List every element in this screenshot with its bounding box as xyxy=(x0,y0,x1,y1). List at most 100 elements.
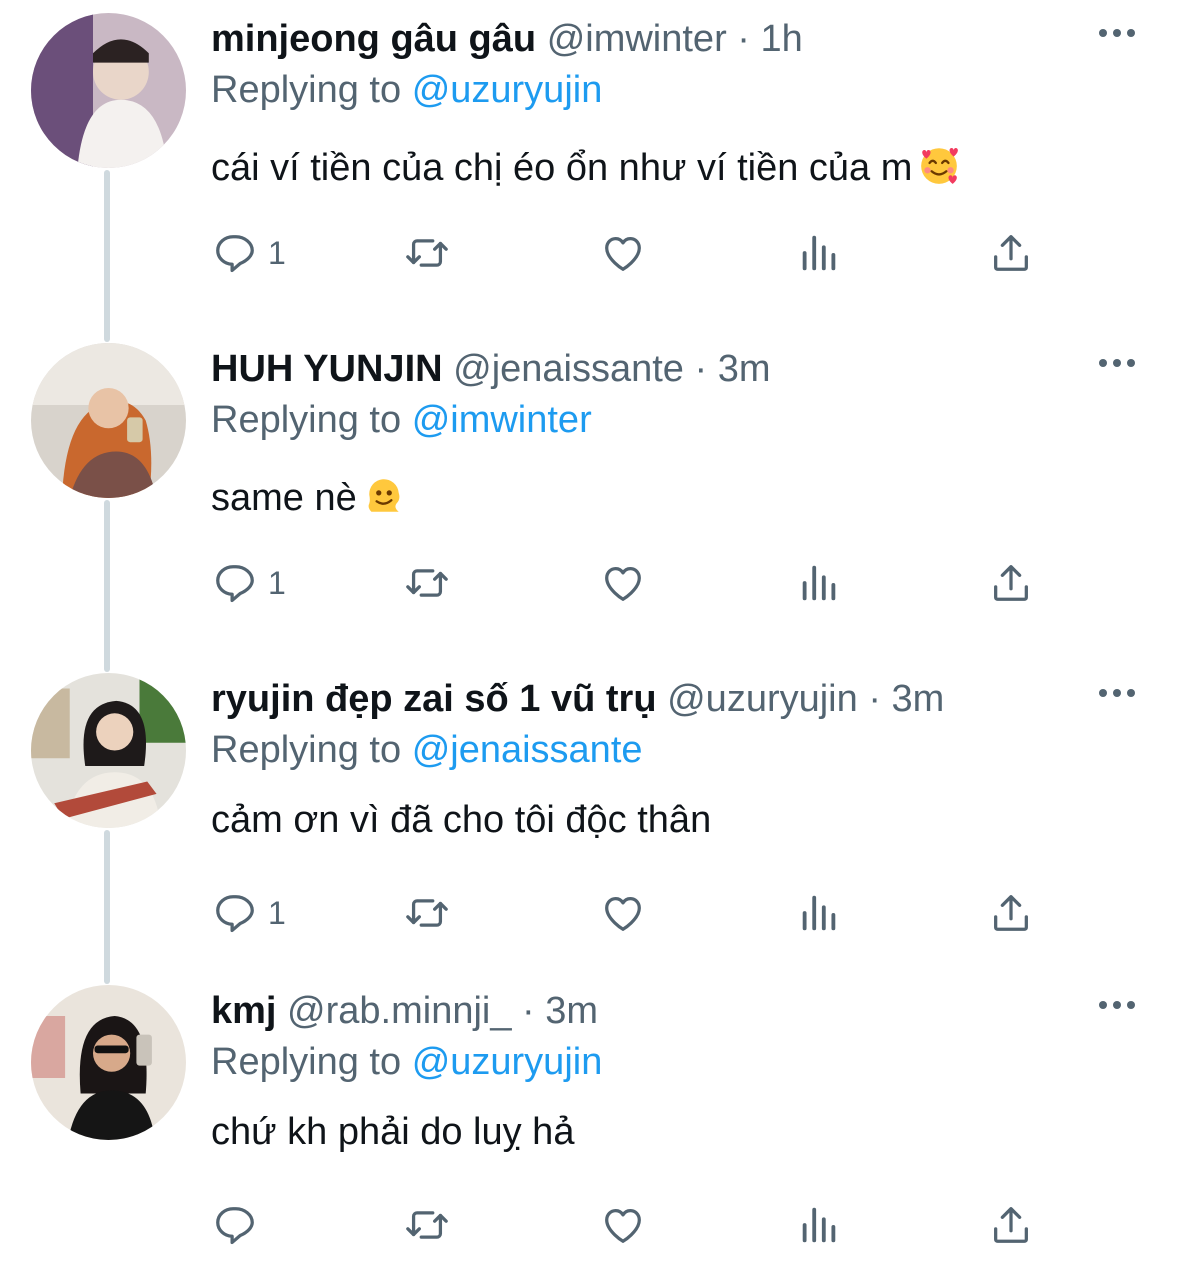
tweet-header: HUH YUNJIN @jenaissante · 3m xyxy=(211,344,1139,394)
tweet-text: chứ kh phải do luỵ hả xyxy=(211,1106,1139,1158)
replying-to: Replying to @imwinter xyxy=(211,394,1139,446)
more-icon[interactable] xyxy=(1097,686,1137,700)
user-handle[interactable]: @jenaissante xyxy=(453,348,684,390)
replying-prefix: Replying to xyxy=(211,69,402,111)
heart-icon xyxy=(605,896,641,931)
reply-icon xyxy=(216,565,254,603)
user-handle[interactable]: @imwinter xyxy=(547,18,727,60)
action-bar xyxy=(212,1200,1042,1250)
replying-prefix: Replying to xyxy=(211,729,402,771)
reply-icon xyxy=(216,235,254,273)
retweet-button[interactable] xyxy=(404,1200,450,1250)
tweet-text-content: cái ví tiền của chị éo ổn như ví tiền củ… xyxy=(211,147,913,189)
tweet[interactable]: minjeong gâu gâu @imwinter · 1h Replying… xyxy=(0,0,1179,310)
heart-icon xyxy=(605,236,641,271)
tweet-text-content: cảm ơn vì đã cho tôi độc thân xyxy=(211,799,712,841)
reply-icon xyxy=(216,895,254,933)
replying-prefix: Replying to xyxy=(211,1041,402,1083)
retweet-button[interactable] xyxy=(404,228,450,278)
smiling-face-with-hearts-icon xyxy=(921,147,959,184)
timestamp[interactable]: 1h xyxy=(761,18,803,60)
reply-button[interactable]: 1 xyxy=(212,558,286,608)
retweet-icon xyxy=(406,239,448,267)
views-button[interactable] xyxy=(796,1200,842,1250)
separator: · xyxy=(868,678,881,720)
action-bar: 1 xyxy=(212,228,1042,278)
views-button[interactable] xyxy=(796,558,842,608)
reply-button[interactable]: 1 xyxy=(212,888,286,938)
retweet-button[interactable] xyxy=(404,558,450,608)
replying-to: Replying to @uzuryujin xyxy=(211,1036,1139,1088)
share-icon xyxy=(994,895,1028,931)
views-button[interactable] xyxy=(796,228,842,278)
retweet-icon xyxy=(406,1211,448,1239)
separator: · xyxy=(694,348,708,390)
share-button[interactable] xyxy=(988,228,1034,278)
display-name[interactable]: minjeong gâu gâu xyxy=(211,18,536,60)
avatar[interactable] xyxy=(31,343,186,498)
share-button[interactable] xyxy=(988,888,1034,938)
replying-prefix: Replying to xyxy=(211,399,402,441)
mention-link[interactable]: @uzuryujin xyxy=(412,1041,603,1083)
tweet-text-content: same nè xyxy=(211,477,357,519)
avatar[interactable] xyxy=(31,673,186,828)
heart-icon xyxy=(605,566,641,601)
like-button[interactable] xyxy=(600,558,646,608)
views-icon xyxy=(802,565,836,601)
display-name[interactable]: ryujin đẹp zai số 1 vũ trụ xyxy=(211,678,657,720)
user-handle[interactable]: @rab.minnji_ xyxy=(287,990,511,1032)
reply-count: 1 xyxy=(268,894,286,931)
reply-icon xyxy=(216,1207,254,1245)
share-icon xyxy=(994,1207,1028,1243)
reply-count: 1 xyxy=(268,234,286,271)
views-button[interactable] xyxy=(796,888,842,938)
tweet[interactable]: HUH YUNJIN @jenaissante · 3m Replying to… xyxy=(0,330,1179,640)
timestamp[interactable]: 3m xyxy=(718,348,771,390)
timestamp[interactable]: 3m xyxy=(892,678,945,720)
mention-link[interactable]: @uzuryujin xyxy=(412,69,603,111)
more-icon[interactable] xyxy=(1097,26,1137,40)
action-bar: 1 xyxy=(212,558,1042,608)
mention-link[interactable]: @jenaissante xyxy=(412,729,643,771)
action-bar: 1 xyxy=(212,888,1042,938)
display-name[interactable]: HUH YUNJIN xyxy=(211,348,443,390)
reply-button[interactable] xyxy=(212,1200,268,1250)
display-name[interactable]: kmj xyxy=(211,990,276,1032)
tweet-header: minjeong gâu gâu @imwinter · 1h xyxy=(211,14,1139,64)
like-button[interactable] xyxy=(600,888,646,938)
reply-button[interactable]: 1 xyxy=(212,228,286,278)
share-button[interactable] xyxy=(988,558,1034,608)
retweet-icon xyxy=(406,569,448,597)
more-icon[interactable] xyxy=(1097,998,1137,1012)
timestamp[interactable]: 3m xyxy=(545,990,598,1032)
tweet-text: cảm ơn vì đã cho tôi độc thân xyxy=(211,794,1139,846)
share-icon xyxy=(994,565,1028,601)
melting-face-icon xyxy=(368,479,400,512)
heart-icon xyxy=(605,1208,641,1243)
views-icon xyxy=(802,235,836,271)
like-button[interactable] xyxy=(600,1200,646,1250)
avatar[interactable] xyxy=(31,985,186,1140)
user-handle[interactable]: @uzuryujin xyxy=(667,678,858,720)
views-icon xyxy=(802,895,836,931)
tweet-text: same nè xyxy=(211,472,1139,524)
views-icon xyxy=(802,1207,836,1243)
separator: · xyxy=(522,990,535,1032)
tweet-text-content: chứ kh phải do luỵ hả xyxy=(211,1111,575,1153)
tweet[interactable]: ryujin đẹp zai số 1 vũ trụ @uzuryujin · … xyxy=(0,660,1179,970)
replying-to: Replying to @jenaissante xyxy=(211,724,1139,776)
share-button[interactable] xyxy=(988,1200,1034,1250)
replying-to: Replying to @uzuryujin xyxy=(211,64,1139,116)
tweet-header: ryujin đẹp zai số 1 vũ trụ @uzuryujin · … xyxy=(211,674,1139,724)
like-button[interactable] xyxy=(600,228,646,278)
reply-count: 1 xyxy=(268,564,286,601)
mention-link[interactable]: @imwinter xyxy=(412,399,592,441)
more-icon[interactable] xyxy=(1097,356,1137,370)
tweet-header: kmj @rab.minnji_ · 3m xyxy=(211,986,1139,1036)
retweet-button[interactable] xyxy=(404,888,450,938)
tweet-text: cái ví tiền của chị éo ổn như ví tiền củ… xyxy=(211,142,1139,194)
share-icon xyxy=(994,235,1028,271)
avatar[interactable] xyxy=(31,13,186,168)
retweet-icon xyxy=(406,899,448,927)
tweet[interactable]: kmj @rab.minnji_ · 3m Replying to @uzury… xyxy=(0,972,1179,1282)
